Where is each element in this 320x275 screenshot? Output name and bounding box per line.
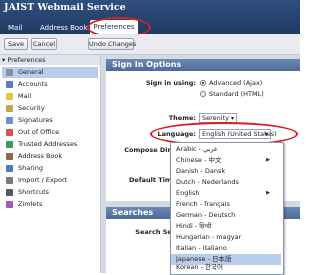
sidebar-item-label: Shortcuts bbox=[18, 188, 50, 196]
radio-label: Standard (HTML) bbox=[209, 90, 264, 98]
option-label: Dutch - Nederlands bbox=[176, 178, 239, 186]
option-label: German - Deutsch bbox=[176, 211, 236, 219]
sidebar-item-label: Trusted Addresses bbox=[18, 140, 78, 148]
language-option-french[interactable]: French - français bbox=[176, 199, 276, 210]
sidebar-item-label: General bbox=[18, 68, 44, 76]
option-label: English bbox=[176, 189, 200, 197]
language-option-english[interactable]: English ▶ bbox=[176, 188, 276, 199]
sidebar-item-label: Address Book bbox=[18, 152, 63, 160]
sidebar-item-sharing[interactable]: Sharing bbox=[6, 163, 98, 174]
sidebar-item-import-export[interactable]: Import / Export bbox=[6, 175, 98, 186]
sidebar-item-label: Signatures bbox=[18, 116, 53, 124]
language-option-korean[interactable]: Korean - 한국어 bbox=[176, 262, 276, 273]
address-book-icon bbox=[6, 152, 13, 160]
language-option-hungarian[interactable]: Hungarian - magyar bbox=[176, 232, 276, 243]
radio-advanced-ajax[interactable]: Advanced (Ajax) bbox=[200, 79, 262, 87]
sidebar-item-out-of-office[interactable]: Out of Office bbox=[6, 127, 98, 138]
option-label: Korean - 한국어 bbox=[176, 263, 223, 271]
theme-value: Serenity bbox=[202, 114, 229, 122]
option-label: Danish - Dansk bbox=[176, 167, 226, 175]
language-option-german[interactable]: German - Deutsch bbox=[176, 210, 276, 221]
language-option-italian[interactable]: Italian - italiano bbox=[176, 243, 276, 254]
trusted-addresses-icon bbox=[6, 140, 13, 148]
collapse-triangle-icon[interactable]: ▾ bbox=[2, 56, 5, 64]
theme-label: Theme: bbox=[168, 114, 196, 122]
shortcuts-icon bbox=[6, 188, 13, 196]
sidebar-item-address-book[interactable]: Address Book bbox=[6, 151, 98, 162]
security-icon bbox=[6, 104, 13, 112]
option-label: Arabic - عربي bbox=[176, 145, 218, 153]
option-label: Italian - italiano bbox=[176, 244, 227, 252]
sidebar-item-signatures[interactable]: Signatures bbox=[6, 115, 98, 126]
radio-label: Advanced (Ajax) bbox=[209, 79, 263, 87]
app-title: JAIST Webmail Service bbox=[4, 2, 126, 13]
sidebar-item-general[interactable]: General bbox=[2, 67, 98, 78]
tab-mail[interactable]: Mail bbox=[8, 22, 22, 34]
language-option-dutch[interactable]: Dutch - Nederlands bbox=[176, 177, 276, 188]
submenu-arrow-icon: ▶ bbox=[266, 190, 270, 196]
sidebar-item-shortcuts[interactable]: Shortcuts bbox=[6, 187, 98, 198]
sidebar-item-label: Import / Export bbox=[18, 176, 68, 184]
language-option-arabic[interactable]: Arabic - عربي bbox=[176, 144, 276, 155]
signature-icon bbox=[6, 116, 13, 124]
zimlets-icon bbox=[6, 200, 13, 208]
sharing-icon bbox=[6, 164, 13, 172]
sidebar-item-label: Out of Office bbox=[18, 128, 60, 136]
cancel-button[interactable]: Cancel bbox=[31, 38, 57, 50]
sign-in-using-label: Sign in using: bbox=[145, 79, 196, 87]
mail-icon bbox=[6, 92, 13, 100]
save-button[interactable]: Save bbox=[4, 38, 28, 50]
sidebar-item-label: Mail bbox=[18, 92, 32, 100]
tab-address-book[interactable]: Address Book bbox=[40, 22, 88, 34]
submenu-arrow-icon: ▶ bbox=[266, 157, 270, 163]
language-option-chinese[interactable]: Chinese - 中文 ▶ bbox=[176, 155, 276, 166]
out-of-office-icon bbox=[6, 128, 13, 136]
sidebar-item-label: Zimlets bbox=[18, 200, 43, 208]
sidebar-item-label: Accounts bbox=[18, 80, 48, 88]
option-label: Chinese - 中文 bbox=[176, 156, 222, 164]
sidebar-item-label: Security bbox=[18, 104, 45, 112]
language-option-hindi[interactable]: Hindi - हिन्दी bbox=[176, 221, 276, 232]
radio-selected-icon[interactable] bbox=[200, 80, 206, 86]
option-label: French - français bbox=[176, 200, 230, 208]
sidebar-header[interactable]: ▾ Preferences bbox=[0, 55, 100, 65]
accounts-icon bbox=[6, 80, 13, 88]
sidebar-item-zimlets[interactable]: Zimlets bbox=[6, 199, 98, 210]
gear-icon bbox=[6, 68, 13, 76]
radio-unselected-icon[interactable] bbox=[200, 91, 206, 97]
sidebar-item-mail[interactable]: Mail bbox=[6, 91, 98, 102]
import-export-icon bbox=[6, 176, 13, 184]
sign-in-options-header: Sign In Options bbox=[106, 59, 300, 71]
radio-standard-html[interactable]: Standard (HTML) bbox=[200, 90, 264, 98]
undo-changes-button[interactable]: Undo Changes bbox=[88, 38, 136, 50]
sidebar-item-label: Sharing bbox=[18, 164, 43, 172]
language-option-danish[interactable]: Danish - Dansk bbox=[176, 166, 276, 177]
option-label: Hindi - हिन्दी bbox=[176, 222, 212, 230]
option-label: Hungarian - magyar bbox=[176, 233, 242, 241]
sidebar-item-trusted-addresses[interactable]: Trusted Addresses bbox=[6, 139, 98, 150]
sidebar-item-security[interactable]: Security bbox=[6, 103, 98, 114]
sidebar-item-accounts[interactable]: Accounts bbox=[6, 79, 98, 90]
sidebar-header-label: Preferences bbox=[7, 56, 46, 64]
